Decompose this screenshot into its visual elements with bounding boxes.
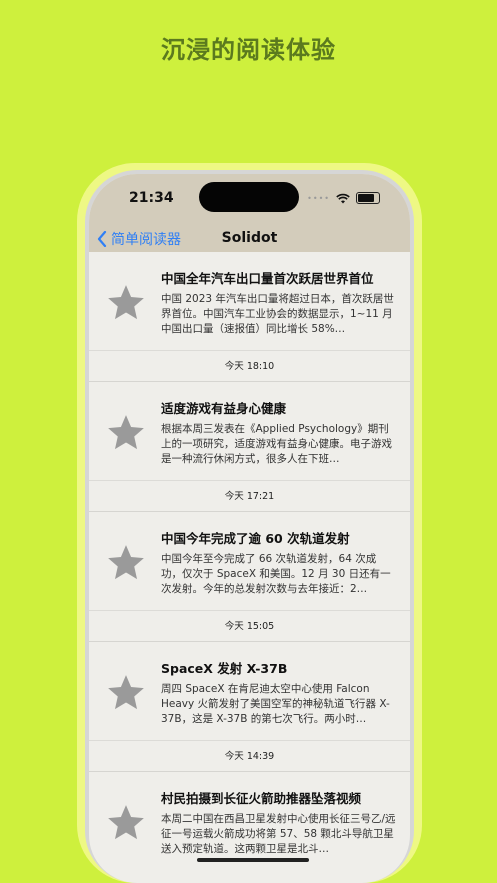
- signal-icon: ••••: [307, 193, 330, 203]
- article-title: 中国全年汽车出口量首次跃居世界首位: [161, 271, 374, 286]
- divider: [89, 350, 410, 351]
- star-icon[interactable]: [105, 802, 147, 844]
- article-snippet: 周四 SpaceX 在肯尼迪太空中心使用 Falcon Heavy 火箭发射了美…: [161, 683, 390, 725]
- battery-icon: [356, 192, 380, 204]
- article-snippet: 中国 2023 年汽车出口量将超过日本，首次跃居世界首位。中国汽车工业协会的数据…: [161, 293, 394, 335]
- divider: [89, 740, 410, 741]
- status-icons: ••••: [307, 192, 380, 204]
- promo-headline: 沉浸的阅读体验: [161, 36, 336, 64]
- article-snippet: 根据本周三发表在《Applied Psychology》期刊上的一项研究，适度游…: [161, 423, 392, 465]
- home-indicator[interactable]: [197, 858, 309, 862]
- article-list: 中国全年汽车出口量首次跃居世界首位 中国 2023 年汽车出口量将超过日本，首次…: [89, 252, 410, 883]
- navigation-bar: 21:34 •••• 简单阅读器 Solidot: [89, 174, 410, 252]
- article-title: 适度游戏有益身心健康: [161, 401, 287, 416]
- article-title: 中国今年完成了逾 60 次轨道发射: [161, 531, 350, 546]
- phone-device: 21:34 •••• 简单阅读器 Solidot 中国全年汽车出口量首次跃居世界…: [85, 170, 414, 883]
- star-icon[interactable]: [105, 672, 147, 714]
- list-item[interactable]: SpaceX 发射 X-37B 周四 SpaceX 在肯尼迪太空中心使用 Fal…: [89, 642, 410, 772]
- article-time: 今天 15:05: [224, 621, 275, 632]
- status-time: 21:34: [129, 190, 174, 206]
- dynamic-island: [199, 182, 299, 212]
- phone-screen: 21:34 •••• 简单阅读器 Solidot 中国全年汽车出口量首次跃居世界…: [89, 174, 410, 883]
- article-time: 今天 14:39: [224, 751, 275, 762]
- article-snippet: 本周二中国在西昌卫星发射中心使用长征三号乙/远征一号运载火箭成功将第 57、58…: [161, 813, 396, 855]
- article-title: 村民拍摄到长征火箭助推器坠落视频: [161, 791, 362, 806]
- list-item[interactable]: 适度游戏有益身心健康 根据本周三发表在《Applied Psychology》期…: [89, 382, 410, 512]
- nav-title: Solidot: [221, 230, 278, 246]
- list-item[interactable]: 村民拍摄到长征火箭助推器坠落视频 本周二中国在西昌卫星发射中心使用长征三号乙/远…: [89, 772, 410, 883]
- star-icon[interactable]: [105, 412, 147, 454]
- divider: [89, 610, 410, 611]
- list-item[interactable]: 中国全年汽车出口量首次跃居世界首位 中国 2023 年汽车出口量将超过日本，首次…: [89, 252, 410, 382]
- list-item[interactable]: 中国今年完成了逾 60 次轨道发射 中国今年至今完成了 66 次轨道发射，64 …: [89, 512, 410, 642]
- divider: [89, 480, 410, 481]
- star-icon[interactable]: [105, 282, 147, 324]
- wifi-icon: [336, 193, 350, 203]
- star-icon[interactable]: [105, 542, 147, 584]
- article-title: SpaceX 发射 X-37B: [161, 661, 288, 676]
- article-time: 今天 18:10: [224, 361, 275, 372]
- article-snippet: 中国今年至今完成了 66 次轨道发射，64 次成功，仅次于 SpaceX 和美国…: [161, 553, 391, 595]
- article-time: 今天 17:21: [224, 491, 275, 502]
